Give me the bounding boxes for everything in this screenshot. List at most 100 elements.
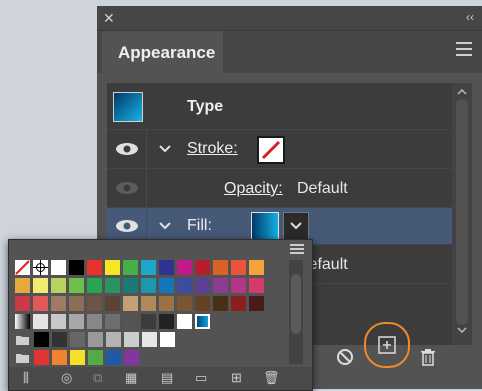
swatch[interactable] [159,296,174,311]
swatch[interactable] [87,314,102,329]
swatch[interactable] [213,260,228,275]
eye-icon[interactable] [115,219,139,233]
row-type[interactable]: Type [107,83,452,129]
new-swatch-icon[interactable]: ⊞ [231,370,242,386]
swatch[interactable] [177,314,192,329]
swatch[interactable] [33,314,48,329]
new-group-icon[interactable]: ▭ [195,370,207,386]
swatch[interactable] [105,314,120,329]
opacity-label[interactable]: Opacity: [224,180,283,198]
swatch[interactable] [141,296,156,311]
eye-icon[interactable] [115,142,139,156]
swatch[interactable] [231,278,246,293]
swatch[interactable] [106,350,121,365]
show-swatch-kinds-icon[interactable]: ◎ [61,370,72,386]
swatch[interactable] [69,278,84,293]
swatch[interactable] [213,296,228,311]
swatch[interactable] [177,278,192,293]
stroke-label[interactable]: Stroke: [187,140,238,158]
swatch[interactable] [213,278,228,293]
folder-icon[interactable] [15,332,30,347]
swatch[interactable] [160,332,175,347]
panel-menu-icon[interactable] [456,42,472,56]
swatch[interactable] [69,296,84,311]
swatch[interactable] [249,260,264,275]
swatch[interactable] [15,296,30,311]
list-view-icon[interactable] [290,244,304,256]
swatch[interactable] [70,332,85,347]
row-opacity[interactable]: Opacity: Default [107,169,452,207]
swatch[interactable] [141,260,156,275]
swatch[interactable] [142,332,157,347]
fill-swatch[interactable] [251,212,279,240]
swatch[interactable] [87,260,102,275]
swatch[interactable] [249,296,264,311]
swatch[interactable] [88,332,103,347]
fill-dropdown[interactable] [283,212,309,240]
none-swatch[interactable] [15,260,30,275]
swatch[interactable] [123,314,138,329]
swatch[interactable] [231,260,246,275]
eye-icon[interactable] [115,181,139,195]
row-stroke[interactable]: Stroke: [107,130,452,168]
swatch-libraries-icon[interactable]: ⫼ [23,370,29,386]
stroke-swatch[interactable] [257,136,285,164]
swatch[interactable] [231,296,246,311]
swatch[interactable] [51,278,66,293]
swatch[interactable] [87,278,102,293]
collapse-icon[interactable]: ‹‹ [466,10,474,24]
swatch[interactable] [105,296,120,311]
clear-appearance-icon[interactable] [336,348,354,366]
add-new-effect-button[interactable] [364,322,410,368]
swatch[interactable] [34,350,49,365]
swatch[interactable] [123,260,138,275]
swatch[interactable] [195,260,210,275]
swatch-options-icon[interactable]: ⧉ [93,370,102,386]
swatch[interactable] [88,350,103,365]
scrollbar-thumb[interactable] [456,99,468,325]
swatch[interactable] [124,332,139,347]
folder-icon[interactable] [15,350,30,365]
swatch[interactable] [70,350,85,365]
registration-swatch[interactable] [33,260,48,275]
close-icon[interactable]: ✕ [103,10,115,27]
swatch[interactable] [51,296,66,311]
swatch[interactable] [15,278,30,293]
swatch[interactable] [123,278,138,293]
swatch[interactable] [106,332,121,347]
swatch[interactable] [69,260,84,275]
edit-swatch-icon[interactable]: ▤ [161,370,173,386]
chevron-down-icon[interactable] [159,145,171,153]
swatch[interactable] [141,278,156,293]
swatch[interactable] [123,296,138,311]
swatch[interactable] [34,332,49,347]
swatch[interactable] [195,278,210,293]
swatch[interactable] [195,296,210,311]
swatch[interactable] [33,278,48,293]
delete-swatch-icon[interactable]: 🗑 [263,370,280,386]
swatch[interactable] [159,260,174,275]
swatch[interactable] [159,314,174,329]
gradient-swatch[interactable] [15,314,30,329]
swatch[interactable] [51,260,66,275]
tab-appearance[interactable]: Appearance [102,31,223,73]
swatch[interactable] [141,314,156,329]
swatch[interactable] [87,296,102,311]
swatch-scrollbar[interactable] [289,260,303,364]
swatch[interactable] [52,350,67,365]
swatch[interactable] [69,314,84,329]
color-group-icon[interactable]: ▦ [125,370,137,386]
selected-gradient-swatch[interactable] [195,314,210,329]
swatch[interactable] [105,278,120,293]
swatch[interactable] [249,278,264,293]
swatch[interactable] [52,332,67,347]
chevron-down-icon[interactable] [159,222,171,230]
trash-icon[interactable] [419,348,437,366]
swatch[interactable] [124,350,139,365]
swatch[interactable] [33,296,48,311]
swatch[interactable] [177,260,192,275]
swatch[interactable] [159,278,174,293]
swatch[interactable] [177,296,192,311]
swatch[interactable] [51,314,66,329]
swatch[interactable] [105,260,120,275]
